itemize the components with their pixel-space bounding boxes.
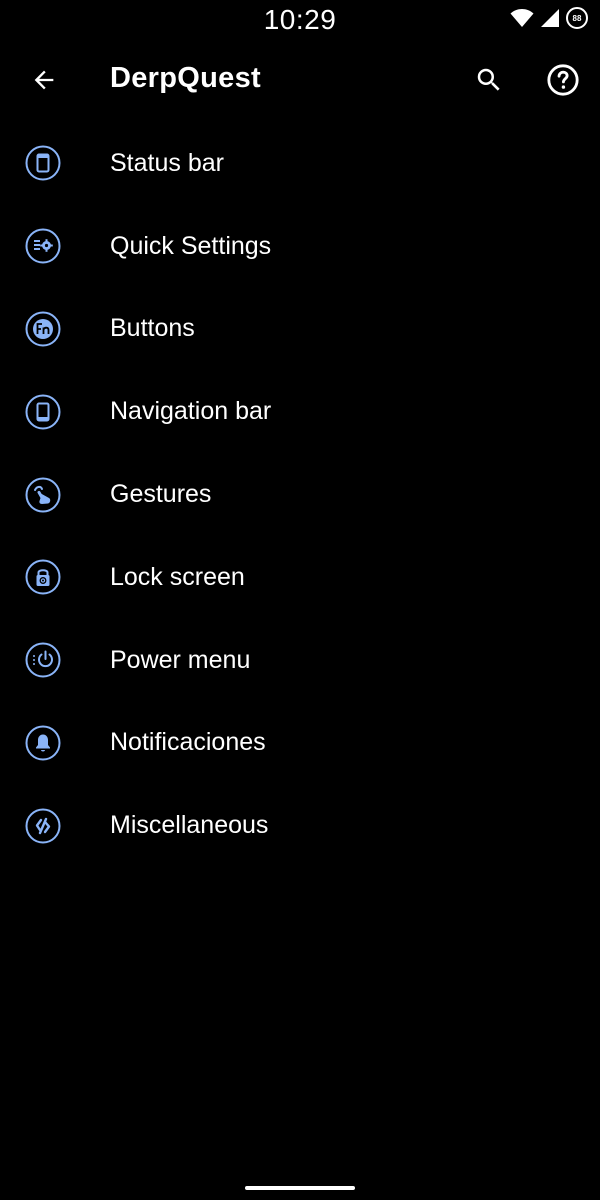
menu-item-label: Gestures [110,480,212,509]
page-title: DerpQuest [110,62,261,94]
app-bar: DerpQuest [0,44,600,116]
menu-item-navigation-bar[interactable]: Navigation bar [0,370,600,453]
menu-item-power-menu[interactable]: Power menu [0,619,600,702]
menu-item-quick-settings[interactable]: Quick Settings [0,205,600,288]
gesture-nav-handle[interactable] [245,1186,355,1190]
battery-icon: 88 [566,7,588,29]
status-bar-icon [25,145,61,181]
menu-item-label: Buttons [110,314,195,343]
menu-item-buttons[interactable]: Buttons [0,288,600,371]
status-bar: 10:29 88 [0,0,600,44]
help-icon [547,64,579,96]
status-icons: 88 [510,7,588,29]
menu-item-status-bar[interactable]: Status bar [0,122,600,205]
power-icon [25,642,61,678]
back-button[interactable] [22,58,66,102]
cell-signal-icon [541,9,559,27]
menu-item-gestures[interactable]: Gestures [0,453,600,536]
menu-item-label: Lock screen [110,562,245,591]
quick-settings-icon [25,228,61,264]
settings-list: Status bar Quick Settings Buttons Naviga… [0,122,600,867]
help-button[interactable] [541,58,585,102]
lock-icon [25,559,61,595]
fn-buttons-icon [25,311,61,347]
wifi-icon [510,9,534,27]
menu-item-label: Quick Settings [110,231,272,260]
gesture-icon [25,477,61,513]
menu-item-label: Navigation bar [110,397,272,426]
search-icon [477,68,500,91]
misc-icon [25,808,61,844]
search-button[interactable] [467,58,511,102]
phone-icon [25,394,61,430]
menu-item-notificaciones[interactable]: Notificaciones [0,702,600,785]
menu-item-label: Miscellaneous [110,811,269,840]
menu-item-miscellaneous[interactable]: Miscellaneous [0,784,600,867]
battery-level: 88 [572,13,582,23]
arrow-back-icon [34,70,54,90]
menu-item-label: Power menu [110,645,251,674]
bell-icon [25,725,61,761]
menu-item-label: Status bar [110,148,224,177]
menu-item-lock-screen[interactable]: Lock screen [0,536,600,619]
menu-item-label: Notificaciones [110,728,266,757]
